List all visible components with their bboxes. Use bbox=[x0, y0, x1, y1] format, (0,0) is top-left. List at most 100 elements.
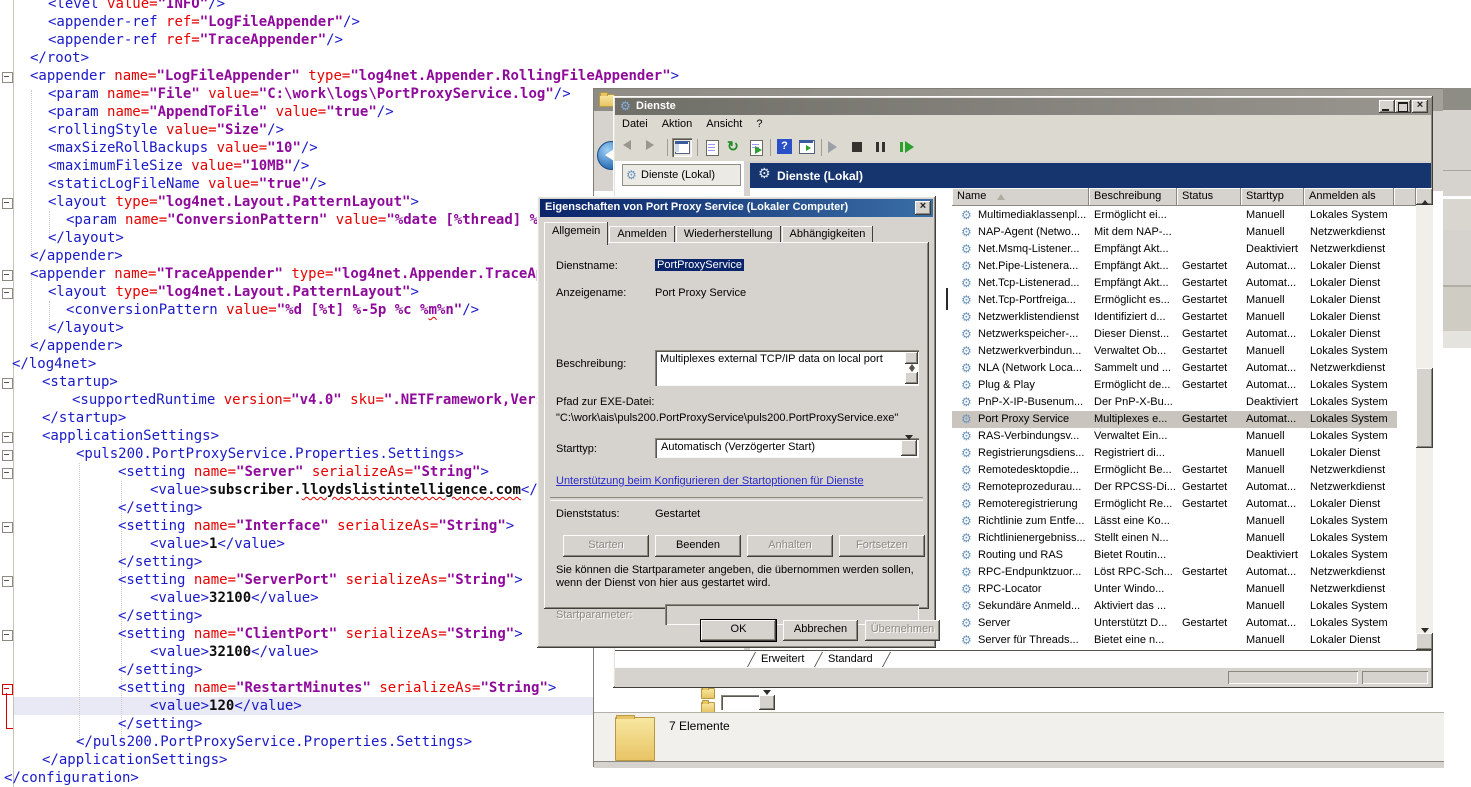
tree-item-dienste-lokal[interactable]: ⚙ Dienste (Lokal) bbox=[622, 164, 741, 186]
fold-marker[interactable] bbox=[2, 288, 13, 299]
tab-standard[interactable]: Standard bbox=[828, 653, 873, 665]
dienstname-value[interactable]: PortProxyService bbox=[655, 259, 744, 271]
beschreibung-text: Multiplexes external TCP/IP data on loca… bbox=[660, 353, 898, 365]
pause-service-icon[interactable] bbox=[876, 142, 879, 152]
scroll-down-button[interactable] bbox=[1416, 633, 1433, 650]
fold-marker[interactable] bbox=[2, 522, 13, 533]
minimize-button[interactable] bbox=[1379, 100, 1395, 113]
starttyp-combobox[interactable]: Automatisch (Verzögerter Start) bbox=[655, 438, 919, 458]
column-header-name[interactable]: Name bbox=[952, 188, 1089, 206]
combo-dropdown-button[interactable] bbox=[759, 695, 775, 710]
tab-allgemein[interactable]: Allgemein bbox=[544, 222, 608, 245]
service-starttype-cell: Automat... bbox=[1246, 277, 1303, 289]
menu-item-ansicht[interactable]: Ansicht bbox=[699, 115, 749, 130]
service-row[interactable]: ⚙ServerUnterstützt D...GestartetAutomat.… bbox=[952, 615, 1414, 632]
column-header-status[interactable]: Status bbox=[1177, 188, 1241, 206]
service-row[interactable]: ⚙PnP-X-IP-Busenum...Der PnP-X-Bu...Deakt… bbox=[952, 394, 1414, 411]
close-icon[interactable]: × bbox=[915, 201, 931, 215]
code-token: </setting> bbox=[118, 662, 202, 678]
textarea-scroll-down[interactable] bbox=[905, 372, 918, 384]
close-button[interactable]: × bbox=[1412, 100, 1428, 113]
folder-combobox[interactable] bbox=[721, 695, 759, 710]
fold-marker[interactable] bbox=[2, 270, 13, 281]
fold-marker[interactable] bbox=[2, 468, 13, 479]
service-logon-cell: Lokaler Dienst bbox=[1310, 277, 1394, 289]
service-row[interactable]: ⚙Plug & PlayErmöglicht de...GestartetAut… bbox=[952, 377, 1414, 394]
ok-button[interactable]: OK bbox=[701, 620, 776, 641]
fold-marker[interactable] bbox=[2, 378, 13, 389]
service-row[interactable]: ⚙Multimediaklassenpl...Ermöglicht ei...M… bbox=[952, 207, 1414, 224]
code-token: "Size" bbox=[217, 122, 268, 138]
dialog-titlebar[interactable]: Eigenschaften von Port Proxy Service (Lo… bbox=[540, 199, 933, 217]
dienststatus-label: Dienststatus: bbox=[556, 508, 620, 520]
menu-item-aktion[interactable]: Aktion bbox=[655, 115, 700, 130]
service-row[interactable]: ⚙RPC-Endpunktzuor...Löst RPC-Sch...Gesta… bbox=[952, 564, 1414, 581]
code-line: <appender-ref ref="LogFileAppender"/> bbox=[48, 13, 360, 31]
code-token: value= bbox=[107, 0, 158, 12]
fold-marker[interactable] bbox=[2, 576, 13, 587]
taskpad-icon[interactable] bbox=[797, 138, 817, 157]
help-icon[interactable]: ? bbox=[775, 138, 795, 157]
beenden-button[interactable]: Beenden bbox=[655, 535, 741, 557]
sort-ascending-icon bbox=[997, 194, 1005, 200]
service-row[interactable]: ⚙RemoteregistrierungErmöglicht Re...Gest… bbox=[952, 496, 1414, 513]
restart-service-icon[interactable] bbox=[900, 142, 903, 152]
code-token: ".NETFramework,Versio bbox=[384, 392, 561, 408]
service-row[interactable]: ⚙Netzwerkverbindun...Verwaltet Ob...Gest… bbox=[952, 343, 1414, 360]
scroll-thumb[interactable] bbox=[1416, 368, 1433, 448]
console-tree-icon[interactable] bbox=[672, 138, 692, 157]
fold-marker[interactable] bbox=[2, 432, 13, 443]
service-row[interactable]: ⚙RPC-LocatorUnter Windo...ManuellNetzwer… bbox=[952, 581, 1414, 598]
service-gear-icon: ⚙ bbox=[961, 430, 972, 442]
fold-marker[interactable] bbox=[2, 198, 13, 209]
service-starttype-cell: Manuell bbox=[1246, 583, 1303, 595]
textarea-scroll-up[interactable] bbox=[905, 352, 918, 364]
service-status-cell: Gestartet bbox=[1182, 277, 1240, 289]
column-header-anmeldenals[interactable]: Anmelden als bbox=[1304, 188, 1394, 206]
service-row[interactable]: ⚙Remoteprozedurau...Der RPCSS-Di...Gesta… bbox=[952, 479, 1414, 496]
service-row[interactable]: ⚙Registrierungsdiens...Registriert di...… bbox=[952, 445, 1414, 462]
forward-icon[interactable] bbox=[646, 140, 654, 150]
back-icon[interactable] bbox=[623, 140, 631, 150]
scroll-up-button[interactable] bbox=[1416, 188, 1433, 205]
column-header-beschreibung[interactable]: Beschreibung bbox=[1089, 188, 1177, 206]
service-row[interactable]: ⚙Net.Pipe-Listenera...Empfängt Akt...Ges… bbox=[952, 258, 1414, 275]
vertical-scrollbar[interactable] bbox=[1416, 188, 1433, 650]
explorer-bottom-edge bbox=[594, 761, 1444, 768]
service-row[interactable]: ⚙NLA (Network Loca...Sammelt und ...Gest… bbox=[952, 360, 1414, 377]
service-row[interactable]: ⚙Net.Tcp-Listenerad...Empfängt Akt...Ges… bbox=[952, 275, 1414, 292]
startoptions-help-link[interactable]: Unterstützung beim Konfigurieren der Sta… bbox=[556, 475, 864, 487]
service-row[interactable]: ⚙Richtlinienergebniss...Stellt einen N..… bbox=[952, 530, 1414, 547]
fold-marker-active[interactable] bbox=[2, 684, 13, 695]
chevron-down-icon[interactable] bbox=[901, 440, 917, 456]
menu-item-[interactable]: ? bbox=[749, 115, 769, 130]
service-row[interactable]: ⚙Netzwerkspeicher-...Dieser Dienst...Ges… bbox=[952, 326, 1414, 343]
service-row[interactable]: ⚙Routing und RASBietet Routin...Deaktivi… bbox=[952, 547, 1414, 564]
service-row[interactable]: ⚙Port Proxy ServiceMultiplexes e...Gesta… bbox=[952, 411, 1397, 428]
properties-icon[interactable] bbox=[702, 138, 722, 157]
service-row[interactable]: ⚙Sekundäre Anmeld...Aktiviert das ...Man… bbox=[952, 598, 1414, 615]
code-token: type= bbox=[115, 284, 157, 300]
service-row[interactable]: ⚙Server für Threads...Bietet eine n...Ma… bbox=[952, 632, 1414, 649]
menu-item-datei[interactable]: Datei bbox=[615, 115, 655, 130]
service-row[interactable]: ⚙Remotedesktopdie...Ermöglicht Be...Gest… bbox=[952, 462, 1414, 479]
fold-marker[interactable] bbox=[2, 450, 13, 461]
refresh-icon[interactable]: ↻ bbox=[724, 138, 744, 157]
service-row[interactable]: ⚙NAP-Agent (Netwo...Mit dem NAP-...Manue… bbox=[952, 224, 1414, 241]
maximize-button[interactable] bbox=[1395, 100, 1411, 113]
fold-marker[interactable] bbox=[2, 630, 13, 641]
service-row[interactable]: ⚙Richtlinie zum Entfe...Lässt eine Ko...… bbox=[952, 513, 1414, 530]
service-row[interactable]: ⚙RAS-Verbindungsv...Verwaltet Ein...Manu… bbox=[952, 428, 1414, 445]
stop-service-icon[interactable] bbox=[852, 142, 862, 152]
tab-erweitert[interactable]: Erweitert bbox=[761, 653, 804, 665]
column-header-starttyp[interactable]: Starttyp bbox=[1241, 188, 1304, 206]
service-row[interactable]: ⚙NetzwerklistendienstIdentifiziert d...G… bbox=[952, 309, 1414, 326]
services-titlebar[interactable]: ⚙ Dienste × bbox=[615, 98, 1431, 115]
abbrechen-button[interactable]: Abbrechen bbox=[783, 620, 858, 641]
fold-marker[interactable] bbox=[2, 72, 13, 83]
beschreibung-textarea[interactable]: Multiplexes external TCP/IP data on loca… bbox=[655, 350, 919, 386]
export-list-icon[interactable] bbox=[746, 138, 766, 157]
service-row[interactable]: ⚙Net.Msmq-Listener...Empfängt Akt...Deak… bbox=[952, 241, 1414, 258]
code-token: 120 bbox=[209, 698, 234, 714]
service-row[interactable]: ⚙Net.Tcp-Portfreiga...Ermöglicht es...Ge… bbox=[952, 292, 1414, 309]
